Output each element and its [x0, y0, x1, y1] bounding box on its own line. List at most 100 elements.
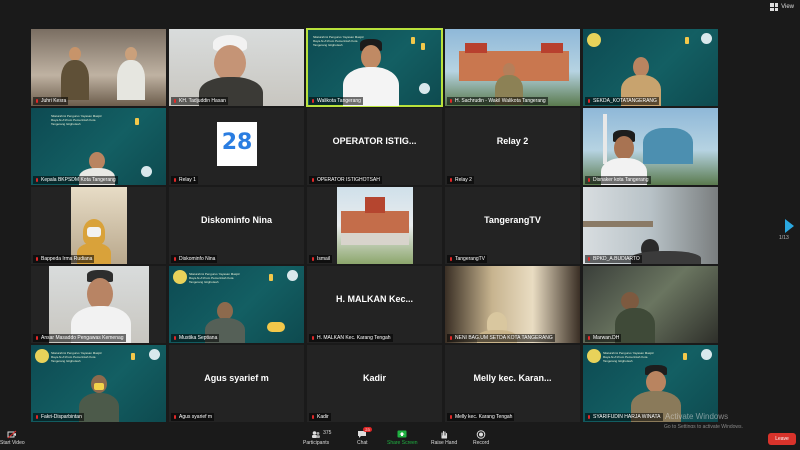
meeting-toolbar: Start Video 375 Participants 23 Chat Sha…	[0, 427, 800, 450]
city-logo-icon	[173, 270, 187, 284]
tile-name-label: Bappeda Irma Rudiana	[33, 255, 95, 263]
chat-unread-badge: 23	[363, 427, 372, 432]
city-logo-icon	[587, 349, 601, 363]
tile-name-label: Fakri-Disparbintan	[33, 413, 84, 421]
tile-name-label: H. Sachrudin - Wakil Walikota Tangerang	[447, 97, 548, 105]
mic-muted-icon	[173, 335, 177, 341]
tile-name-label: TangerangTV	[447, 255, 488, 263]
tile-name-label: Ansar Masaddo Pengawas Kemenag	[33, 334, 126, 342]
mic-muted-icon	[173, 98, 177, 104]
video-tile[interactable]: Bappeda Irma Rudiana	[31, 187, 166, 264]
city-logo-icon	[35, 349, 49, 363]
video-tile[interactable]: H. Sachrudin - Wakil Walikota Tangerang	[445, 29, 580, 106]
tile-name-label: H. MALKAN Kec. Karang Tengah	[309, 334, 393, 342]
tile-name-label: OPERATOR ISTIGHOTSAH	[309, 176, 382, 184]
chat-label: Chat	[357, 440, 368, 446]
video-tile[interactable]: H. MALKAN Kec... H. MALKAN Kec. Karang T…	[307, 266, 442, 343]
video-tile[interactable]: BPKD_A.BUDIARTO	[583, 187, 718, 264]
event-banner-text: Silaturahmi Pengurus Yayasan Masjid Raya…	[603, 351, 654, 363]
tile-name-label: SYARIFUDIN HARJA WINATA	[585, 413, 663, 421]
mic-muted-icon	[449, 335, 453, 341]
mic-muted-icon	[35, 335, 39, 341]
mosque-dome	[643, 128, 693, 164]
mic-muted-icon	[587, 98, 591, 104]
video-tile[interactable]: Marwan.DH	[583, 266, 718, 343]
video-tile[interactable]: SEKDA_KOTATANGERANG	[583, 29, 718, 106]
chat-icon: 23	[357, 427, 372, 439]
top-bar: View	[0, 0, 800, 22]
video-tile[interactable]: OPERATOR ISTIG... OPERATOR ISTIGHOTSAH	[307, 108, 442, 185]
mic-muted-icon	[449, 414, 453, 420]
tile-name-label: Kadir	[309, 413, 331, 421]
mic-muted-icon	[173, 414, 177, 420]
video-tile[interactable]: Diskominfo Nina Diskominfo Nina	[169, 187, 304, 264]
city-logo-icon	[587, 33, 601, 47]
share-screen-icon	[397, 430, 407, 439]
video-tile[interactable]: Ansar Masaddo Pengawas Kemenag	[31, 266, 166, 343]
video-tile[interactable]: Silaturahmi Pengurus Yayasan Masjid Raya…	[583, 345, 718, 422]
participant-name-display: OPERATOR ISTIG...	[332, 136, 417, 146]
video-tile[interactable]: 28 Relay 1	[169, 108, 304, 185]
video-tile[interactable]: Silaturahmi Pengurus Yayasan Masjid Raya…	[31, 345, 166, 422]
video-tile[interactable]: Silaturahmi Pengurus Yayasan Masjid Raya…	[169, 266, 304, 343]
mic-muted-icon	[311, 177, 315, 183]
video-tile[interactable]: Juhri Kesra	[31, 29, 166, 106]
video-tile[interactable]: Kadir Kadir	[307, 345, 442, 422]
video-tile[interactable]: Relay 2 Relay 2	[445, 108, 580, 185]
start-video-button[interactable]: Start Video	[0, 430, 25, 446]
mic-muted-icon	[173, 256, 177, 262]
video-tile[interactable]: Disnaker kota Tangerang	[583, 108, 718, 185]
share-screen-label: Share Screen	[387, 440, 418, 446]
mic-muted-icon	[35, 256, 39, 262]
video-tile[interactable]: KH. Tadjuddin Hasan	[169, 29, 304, 106]
tile-name-label: Juhri Kesra	[33, 97, 69, 105]
tile-name-label: Melly kec. Karang Tengah	[447, 413, 515, 421]
event-banner-text: Silaturahmi Pengurus Yayasan Masjid Raya…	[189, 272, 240, 284]
raise-hand-button[interactable]: Raise Hand	[431, 430, 457, 446]
tile-name-label: Diskominfo Nina	[171, 255, 218, 263]
video-tile[interactable]: Silaturahmi Pengurus Yayasan Masjid Raya…	[31, 108, 166, 185]
mic-muted-icon	[35, 98, 39, 104]
participants-count: 375	[323, 430, 332, 436]
participants-label: Participants	[303, 440, 330, 446]
anniversary-logo: 28	[217, 122, 257, 166]
tile-name-label: Walikota Tangerang	[309, 97, 363, 105]
mic-muted-icon	[311, 256, 315, 262]
moon-decoration	[419, 83, 430, 94]
record-button[interactable]: Record	[473, 430, 489, 446]
participant-name-display: H. MALKAN Kec...	[335, 294, 413, 304]
video-tile[interactable]: Melly kec. Karan... Melly kec. Karang Te…	[445, 345, 580, 422]
video-tile[interactable]: Agus syarief m Agus syarief m	[169, 345, 304, 422]
participant-name-display: TangerangTV	[484, 215, 541, 225]
video-tile[interactable]: NENI BAG.UM SETDA KOTA TANGERANG	[445, 266, 580, 343]
video-tile[interactable]: Ismail	[307, 187, 442, 264]
participants-button[interactable]: 375 Participants	[303, 430, 331, 446]
mic-muted-icon	[35, 177, 39, 183]
activate-windows-title: Activate Windows	[665, 412, 729, 421]
view-button[interactable]: View	[770, 3, 794, 11]
video-tile-active-speaker[interactable]: Silaturahmi Pengurus Yayasan Masjid Raya…	[306, 28, 443, 107]
participant-name-display: Relay 2	[496, 136, 529, 146]
tile-name-label: Marwan.DH	[585, 334, 622, 342]
event-banner-text: Silaturahmi Pengurus Yayasan Masjid Raya…	[51, 351, 102, 363]
video-tile[interactable]: TangerangTV TangerangTV	[445, 187, 580, 264]
participant-name-display: Diskominfo Nina	[200, 215, 272, 225]
tile-name-label: Mustika Septiana	[171, 334, 220, 342]
raise-hand-icon	[439, 430, 449, 439]
tile-name-label: Disnaker kota Tangerang	[585, 176, 651, 184]
share-screen-button[interactable]: Share Screen	[387, 430, 418, 446]
mic-muted-icon	[587, 335, 591, 341]
participant-name-display: Agus syarief m	[204, 373, 269, 383]
start-video-label: Start Video	[0, 440, 25, 446]
tile-name-label: Ismail	[309, 255, 333, 263]
leave-meeting-button[interactable]: Leave	[768, 433, 796, 445]
participants-icon: 375	[311, 430, 331, 439]
tile-name-label: NENI BAG.UM SETDA KOTA TANGERANG	[447, 334, 555, 342]
raise-hand-label: Raise Hand	[431, 440, 458, 446]
chat-button[interactable]: 23 Chat	[357, 427, 372, 446]
mic-muted-icon	[173, 177, 177, 183]
mic-muted-icon	[449, 256, 453, 262]
tile-name-label: BPKD_A.BUDIARTO	[585, 255, 642, 263]
gallery-grid-icon	[770, 3, 779, 11]
chevron-right-icon	[785, 219, 794, 233]
